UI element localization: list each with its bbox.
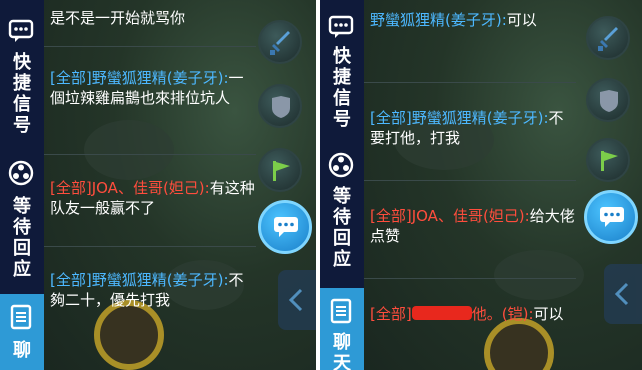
tab-label-char: 回 <box>333 228 351 249</box>
chevron-left-icon <box>288 288 303 312</box>
tab-label-char: 天 <box>333 353 351 370</box>
tab-label-char: 号 <box>13 115 31 136</box>
message-divider <box>364 278 576 279</box>
tab-label-char: 等 <box>13 196 31 217</box>
quick-message-icon <box>8 19 34 42</box>
chat-message-list: 野蠻狐狸精(姜子牙):可以 [全部]野蠻狐狸精(姜子牙):不要打他，打我 [全部… <box>364 0 576 370</box>
message-text: 可以 <box>506 11 537 29</box>
message-channel: [全部] <box>50 69 92 87</box>
message-sender[interactable]: JOA、佳哥(妲己) <box>92 179 205 197</box>
chat-message-list: 是不是一开始就骂你 [全部]野蠻狐狸精(姜子牙):一個垃辣雞扁鵲也來排位坑人 [… <box>44 0 256 370</box>
defend-button[interactable] <box>586 78 630 122</box>
tab-quick-signal[interactable]: 快 捷 信 号 <box>320 0 364 142</box>
chat-bubble-icon <box>600 207 624 227</box>
chat-message: 是不是一开始就骂你 <box>50 8 256 28</box>
chat-message: [全部]野蠻狐狸精(姜子牙):一個垃辣雞扁鵲也來排位坑人 <box>50 69 244 107</box>
chat-list-icon <box>330 298 352 324</box>
waiting-icon <box>8 160 34 186</box>
tab-waiting-response[interactable]: 等 待 回 应 <box>320 142 364 288</box>
chevron-left-icon <box>614 282 629 306</box>
left-screenshot: 快 捷 信 号 等 待 回 应 聊 是不是一开始就骂你 [全部]野蠻狐狸精(姜子… <box>0 0 316 370</box>
chat-side-tabs: 快 捷 信 号 等 待 回 应 聊 天 <box>320 0 364 370</box>
chat-message: [全部]野蠻狐狸精(姜子牙):不要打他，打我 <box>370 109 564 147</box>
chat-message: [全部] 他。(铠):可以 <box>370 305 564 323</box>
shield-icon <box>272 96 290 118</box>
chat-message: 野蠻狐狸精(姜子牙):可以 <box>370 11 537 29</box>
chat-message: [全部]JOA、佳哥(妲己):给大佬点赞 <box>370 207 575 245</box>
gather-button[interactable] <box>258 148 302 192</box>
message-divider <box>364 82 576 83</box>
message-text: 是不是一开始就骂你 <box>50 9 186 27</box>
tab-label-char: 待 <box>333 207 351 228</box>
tab-label-char: 号 <box>333 109 351 130</box>
message-channel: [全部] <box>50 179 92 197</box>
tab-label-char: 应 <box>13 259 31 280</box>
attack-button[interactable] <box>586 16 630 60</box>
tab-chat[interactable]: 聊 <box>0 294 44 370</box>
message-divider <box>44 154 256 155</box>
sword-icon <box>270 31 290 55</box>
chat-list-icon <box>10 304 32 330</box>
tab-label-char: 捷 <box>13 73 31 94</box>
message-channel: [全部] <box>370 305 412 323</box>
message-sender[interactable]: 野蠻狐狸精(姜子牙) <box>370 11 502 29</box>
message-channel: [全部] <box>370 207 412 225</box>
collapse-tab[interactable] <box>278 270 316 330</box>
tab-label-char: 回 <box>13 238 31 259</box>
chat-bubble-icon <box>274 217 298 237</box>
shield-icon <box>600 90 618 112</box>
tab-label-char: 信 <box>333 88 351 109</box>
defend-button[interactable] <box>258 84 302 128</box>
chat-button[interactable] <box>258 200 312 254</box>
flag-icon <box>601 151 618 171</box>
chat-message: [全部]JOA、佳哥(妲己):有这种队友一般赢不了 <box>50 179 255 217</box>
right-screenshot: 快 捷 信 号 等 待 回 应 聊 天 野蠻狐狸精(姜子牙):可以 [全部]野蠻… <box>320 0 642 370</box>
attack-button[interactable] <box>258 20 302 64</box>
sword-icon <box>598 27 618 51</box>
tab-label-char: 等 <box>333 186 351 207</box>
message-divider <box>44 246 256 247</box>
message-sender[interactable]: 野蠻狐狸精(姜子牙) <box>92 69 224 87</box>
tab-label-char: 聊 <box>333 332 351 353</box>
tab-label-char: 快 <box>333 46 351 67</box>
message-channel: [全部] <box>370 109 412 127</box>
tab-label-char: 捷 <box>333 67 351 88</box>
message-sender[interactable]: 他。(铠) <box>472 305 529 323</box>
tab-waiting-response[interactable]: 等 待 回 应 <box>0 148 44 294</box>
chat-side-tabs: 快 捷 信 号 等 待 回 应 聊 <box>0 0 44 370</box>
message-text: 可以 <box>533 305 564 323</box>
quick-message-icon <box>328 15 354 38</box>
tab-label-char: 信 <box>13 94 31 115</box>
tab-label-char: 待 <box>13 217 31 238</box>
tab-quick-signal[interactable]: 快 捷 信 号 <box>0 0 44 148</box>
tab-label-char: 快 <box>13 52 31 73</box>
flag-icon <box>273 161 290 181</box>
message-sender[interactable]: 野蠻狐狸精(姜子牙) <box>92 271 224 289</box>
message-channel: [全部] <box>50 271 92 289</box>
message-divider <box>364 180 576 181</box>
message-divider <box>44 46 256 47</box>
message-sender[interactable]: 野蠻狐狸精(姜子牙) <box>412 109 544 127</box>
chat-button[interactable] <box>584 190 638 244</box>
tab-chat[interactable]: 聊 天 <box>320 288 364 370</box>
collapse-tab[interactable] <box>604 264 642 324</box>
message-sender[interactable]: JOA、佳哥(妲己) <box>412 207 525 225</box>
tab-label-char: 聊 <box>13 340 31 361</box>
tab-label-char: 应 <box>333 249 351 270</box>
chat-message: [全部]野蠻狐狸精(姜子牙):不夠二十，優先打我 <box>50 271 244 309</box>
gather-button[interactable] <box>586 138 630 182</box>
redacted-name <box>411 306 472 320</box>
waiting-icon <box>328 152 354 178</box>
